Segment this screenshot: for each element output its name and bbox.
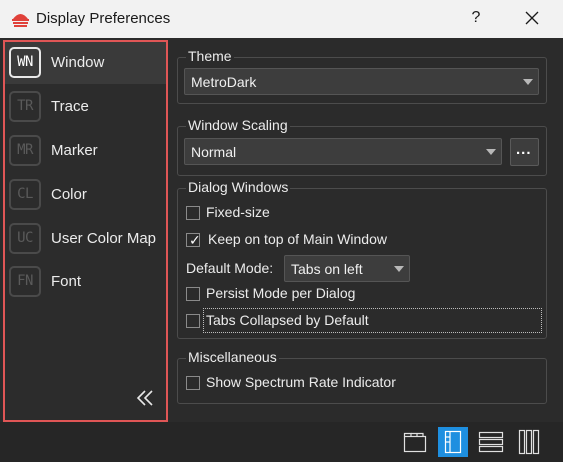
list-rows-icon[interactable] — [476, 427, 506, 457]
sidebar-item-abbr: CL — [9, 179, 41, 210]
sidebar: WN Window TR Trace MR Marker CL Color UC… — [3, 40, 168, 422]
window-scaling-group-title: Window Scaling — [186, 117, 290, 133]
keep-on-top-label: Keep on top of Main Window — [208, 231, 387, 247]
chevron-down-icon — [394, 266, 404, 272]
columns-icon[interactable] — [514, 427, 544, 457]
sidebar-item-abbr: UC — [9, 223, 41, 254]
double-chevron-left-icon[interactable] — [134, 387, 158, 409]
checkmark-icon: ✓ — [189, 232, 201, 248]
sidebar-item-trace[interactable]: TR Trace — [5, 86, 166, 128]
tabs-left-icon[interactable] — [438, 427, 468, 457]
sidebar-item-abbr: TR — [9, 91, 41, 122]
theme-select[interactable]: MetroDark — [184, 68, 539, 95]
theme-select-value: MetroDark — [191, 74, 257, 90]
sidebar-item-font[interactable]: FN Font — [5, 261, 166, 303]
miscellaneous-group-title: Miscellaneous — [186, 349, 279, 365]
window-scaling-more-button[interactable]: ... — [510, 138, 539, 166]
sidebar-item-marker[interactable]: MR Marker — [5, 130, 166, 172]
sidebar-item-window[interactable]: WN Window — [5, 42, 166, 84]
theme-group-title: Theme — [186, 48, 234, 64]
chevron-down-icon — [523, 79, 533, 85]
bottom-toolbar — [0, 422, 563, 462]
checkbox-box — [186, 287, 200, 301]
sidebar-item-user-color-map[interactable]: UC User Color Map — [5, 218, 166, 260]
chevron-down-icon — [486, 149, 496, 155]
show-rate-indicator-label: Show Spectrum Rate Indicator — [206, 374, 396, 390]
default-mode-label: Default Mode: — [186, 260, 274, 276]
sidebar-item-label: Font — [51, 273, 82, 290]
persist-mode-label: Persist Mode per Dialog — [206, 285, 356, 301]
sidebar-item-label: Color — [51, 186, 87, 203]
show-rate-indicator-checkbox[interactable]: Show Spectrum Rate Indicator — [186, 373, 436, 393]
sidebar-item-label: Window — [51, 54, 105, 71]
window-title: Display Preferences — [36, 10, 171, 27]
sidebar-item-abbr: WN — [9, 47, 41, 78]
fixed-size-label: Fixed-size — [206, 204, 270, 220]
title-bar: Display Preferences ? — [0, 0, 563, 38]
sidebar-item-label: Marker — [51, 142, 98, 159]
fixed-size-checkbox[interactable]: Fixed-size — [186, 203, 386, 223]
sidebar-item-label: User Color Map — [51, 230, 157, 247]
keep-on-top-checkbox[interactable]: ✓ Keep on top of Main Window — [186, 230, 446, 250]
tabs-top-icon[interactable] — [400, 427, 430, 457]
app-logo-icon — [12, 14, 29, 27]
dialog-windows-group-title: Dialog Windows — [186, 179, 291, 195]
default-mode-select[interactable]: Tabs on left — [284, 255, 410, 282]
checkbox-box — [186, 314, 200, 328]
ellipsis-label: ... — [516, 141, 532, 158]
persist-mode-checkbox[interactable]: Persist Mode per Dialog — [186, 284, 406, 304]
default-mode-select-value: Tabs on left — [291, 261, 363, 277]
checkbox-box: ✓ — [186, 232, 201, 248]
window-scaling-select[interactable]: Normal — [184, 138, 502, 165]
tabs-collapsed-label: Tabs Collapsed by Default — [206, 312, 369, 328]
sidebar-item-abbr: MR — [9, 135, 41, 166]
tabs-collapsed-checkbox[interactable]: Tabs Collapsed by Default — [186, 308, 542, 333]
help-button[interactable]: ? — [466, 6, 486, 30]
window-scaling-select-value: Normal — [191, 144, 237, 160]
checkbox-box — [186, 376, 200, 390]
checkbox-box — [186, 206, 200, 220]
sidebar-item-label: Trace — [51, 98, 89, 115]
sidebar-item-color[interactable]: CL Color — [5, 174, 166, 216]
sidebar-item-abbr: FN — [9, 266, 41, 297]
close-icon[interactable] — [521, 7, 543, 29]
